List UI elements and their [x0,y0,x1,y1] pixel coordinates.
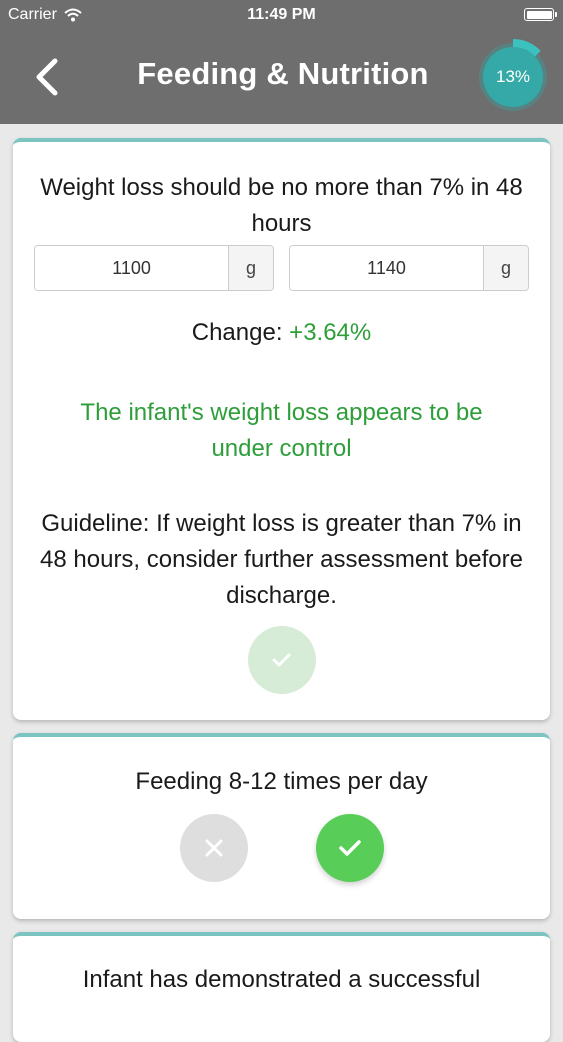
chevron-left-icon [36,58,58,96]
weight-input-group-2: 1140 g [289,245,529,291]
weight-change: Change: +3.64% [13,319,550,347]
confirm-button-disabled[interactable] [248,626,316,694]
back-button[interactable] [28,54,68,100]
weight-input-group-1: 1100 g [34,245,274,291]
current-weight-field[interactable]: 1140 [290,246,483,290]
checkmark-icon [272,653,291,667]
guideline-text: Guideline: If weight loss is greater tha… [40,510,523,609]
weight-loss-card: Weight loss should be no more than 7% in… [13,138,550,720]
page-title: Feeding & Nutrition [137,56,429,91]
progress-label: 13% [495,67,531,86]
weight-inputs: 1100 g 1140 g [34,245,529,291]
no-button[interactable] [180,814,248,882]
x-icon [205,839,223,857]
change-label: Change: [191,319,283,346]
unit-label: g [483,246,528,290]
battery-icon [524,8,557,21]
status-bar: Carrier 11:49 PM [0,0,563,30]
unit-label: g [228,246,273,290]
feeding-frequency-card: Feeding 8-12 times per day [13,733,550,919]
feeding-question: Feeding 8-12 times per day [135,768,428,795]
navigation-bar: Feeding & Nutrition 13% [0,30,563,124]
birth-weight-field[interactable]: 1100 [35,246,228,290]
checkmark-icon [339,840,361,856]
status-time: 11:49 PM [247,6,316,23]
weight-status-message: The infant's weight loss appears to be u… [80,399,483,462]
change-value: +3.64% [289,319,372,346]
yes-button[interactable] [316,814,384,882]
latch-card: Infant has demonstrated a successful [13,932,550,1042]
weight-loss-question: Weight loss should be no more than 7% in… [40,174,523,237]
latch-question: Infant has demonstrated a successful [82,966,481,993]
app-header: Carrier 11:49 PM Feeding & Nutrition 13% [0,0,563,124]
